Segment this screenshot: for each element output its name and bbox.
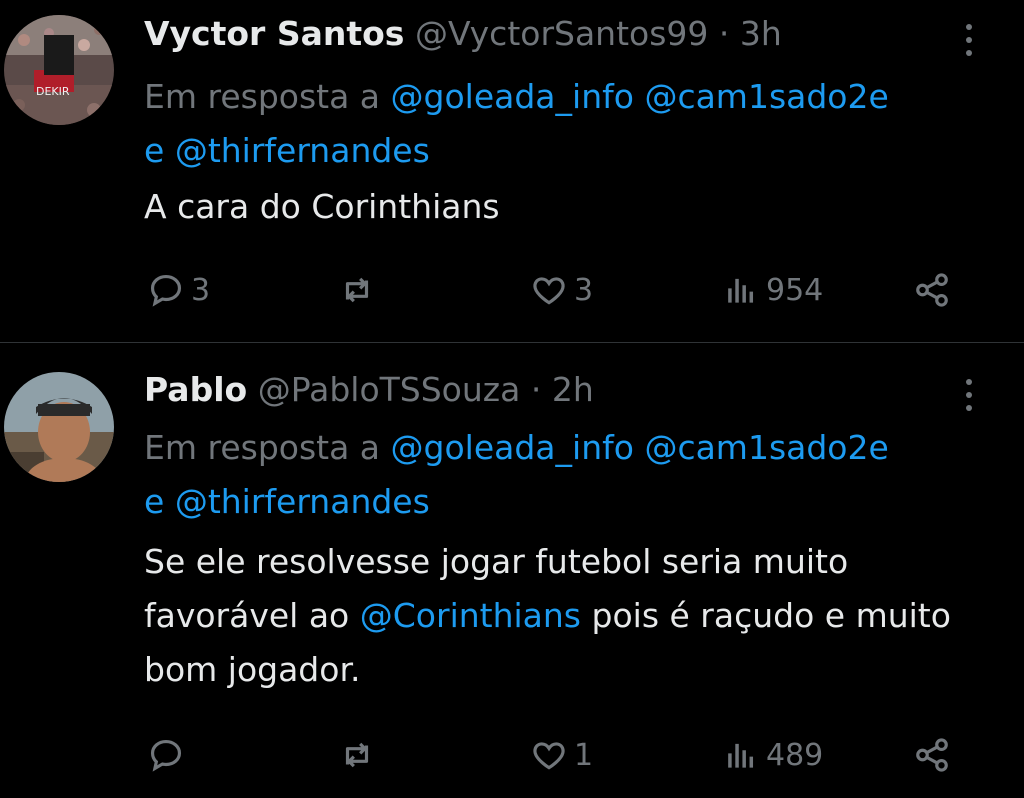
reply-prefix: Em resposta a	[144, 428, 381, 467]
avatar[interactable]	[4, 372, 114, 482]
repost-button[interactable]	[338, 265, 382, 315]
action-bar: 1 489	[0, 730, 1024, 780]
more-icon[interactable]	[955, 373, 983, 417]
repost-icon	[345, 742, 369, 768]
repost-button[interactable]	[338, 730, 382, 780]
mention-link[interactable]: @thirfernandes	[175, 482, 430, 521]
user-handle[interactable]: @VyctorSantos99	[415, 14, 708, 53]
svg-text:DEKIR: DEKIR	[36, 85, 70, 98]
reply-count: 3	[191, 272, 211, 308]
timestamp[interactable]: 2h	[552, 370, 594, 409]
views-button[interactable]: 954	[722, 265, 823, 315]
mention-link[interactable]: @thirfernandes	[175, 131, 430, 170]
tweet[interactable]: Pablo @PabloTSSouza · 2h Em resposta a @…	[0, 343, 1024, 798]
share-button[interactable]	[913, 730, 951, 780]
like-button[interactable]: 1	[530, 730, 593, 780]
like-icon	[533, 742, 565, 770]
tweet[interactable]: DEKIR Vyctor Santos @VyctorSantos99 · 3h…	[0, 0, 1024, 342]
reply-context: Em resposta a @goleada_info @cam1sado2e …	[144, 421, 994, 529]
views-count: 489	[766, 737, 824, 773]
reply-icon	[150, 274, 182, 307]
reply-button[interactable]	[147, 730, 191, 780]
mention-link[interactable]: @Corinthians	[360, 596, 581, 635]
share-icon	[916, 273, 948, 307]
views-button[interactable]: 489	[722, 730, 823, 780]
separator-dot: ·	[530, 370, 542, 409]
mention-link[interactable]: @goleada_info	[391, 77, 634, 116]
display-name[interactable]: Vyctor Santos	[144, 14, 404, 53]
tweet-text: Se ele resolvesse jogar futebol seria mu…	[144, 535, 1004, 697]
views-icon	[728, 278, 754, 303]
more-icon[interactable]	[955, 18, 983, 62]
tweet-text: A cara do Corinthians	[144, 187, 500, 226]
mention-link[interactable]: @cam1sado2e	[644, 428, 888, 467]
share-icon	[916, 738, 948, 772]
reply-context: Em resposta a @goleada_info @cam1sado2e …	[144, 70, 994, 178]
views-icon	[728, 743, 754, 768]
repost-icon	[345, 277, 369, 303]
and-word: e	[144, 482, 165, 521]
like-icon	[533, 277, 565, 305]
tweet-header: Pablo @PabloTSSouza · 2h	[144, 368, 594, 412]
like-count: 1	[574, 737, 594, 773]
mention-link[interactable]: @cam1sado2e	[644, 77, 888, 116]
user-handle[interactable]: @PabloTSSouza	[258, 370, 521, 409]
action-bar: 3 3 954	[0, 265, 1024, 315]
reply-button[interactable]: 3	[147, 265, 210, 315]
like-button[interactable]: 3	[530, 265, 593, 315]
avatar[interactable]: DEKIR	[4, 15, 114, 125]
reply-prefix: Em resposta a	[144, 77, 381, 116]
mention-link[interactable]: @goleada_info	[391, 428, 634, 467]
views-count: 954	[766, 272, 824, 308]
separator-dot: ·	[718, 14, 730, 53]
display-name[interactable]: Pablo	[144, 370, 247, 409]
reply-icon	[150, 739, 182, 772]
tweet-header: Vyctor Santos @VyctorSantos99 · 3h	[144, 12, 782, 56]
timestamp[interactable]: 3h	[740, 14, 782, 53]
like-count: 3	[574, 272, 594, 308]
and-word: e	[144, 131, 165, 170]
share-button[interactable]	[913, 265, 951, 315]
